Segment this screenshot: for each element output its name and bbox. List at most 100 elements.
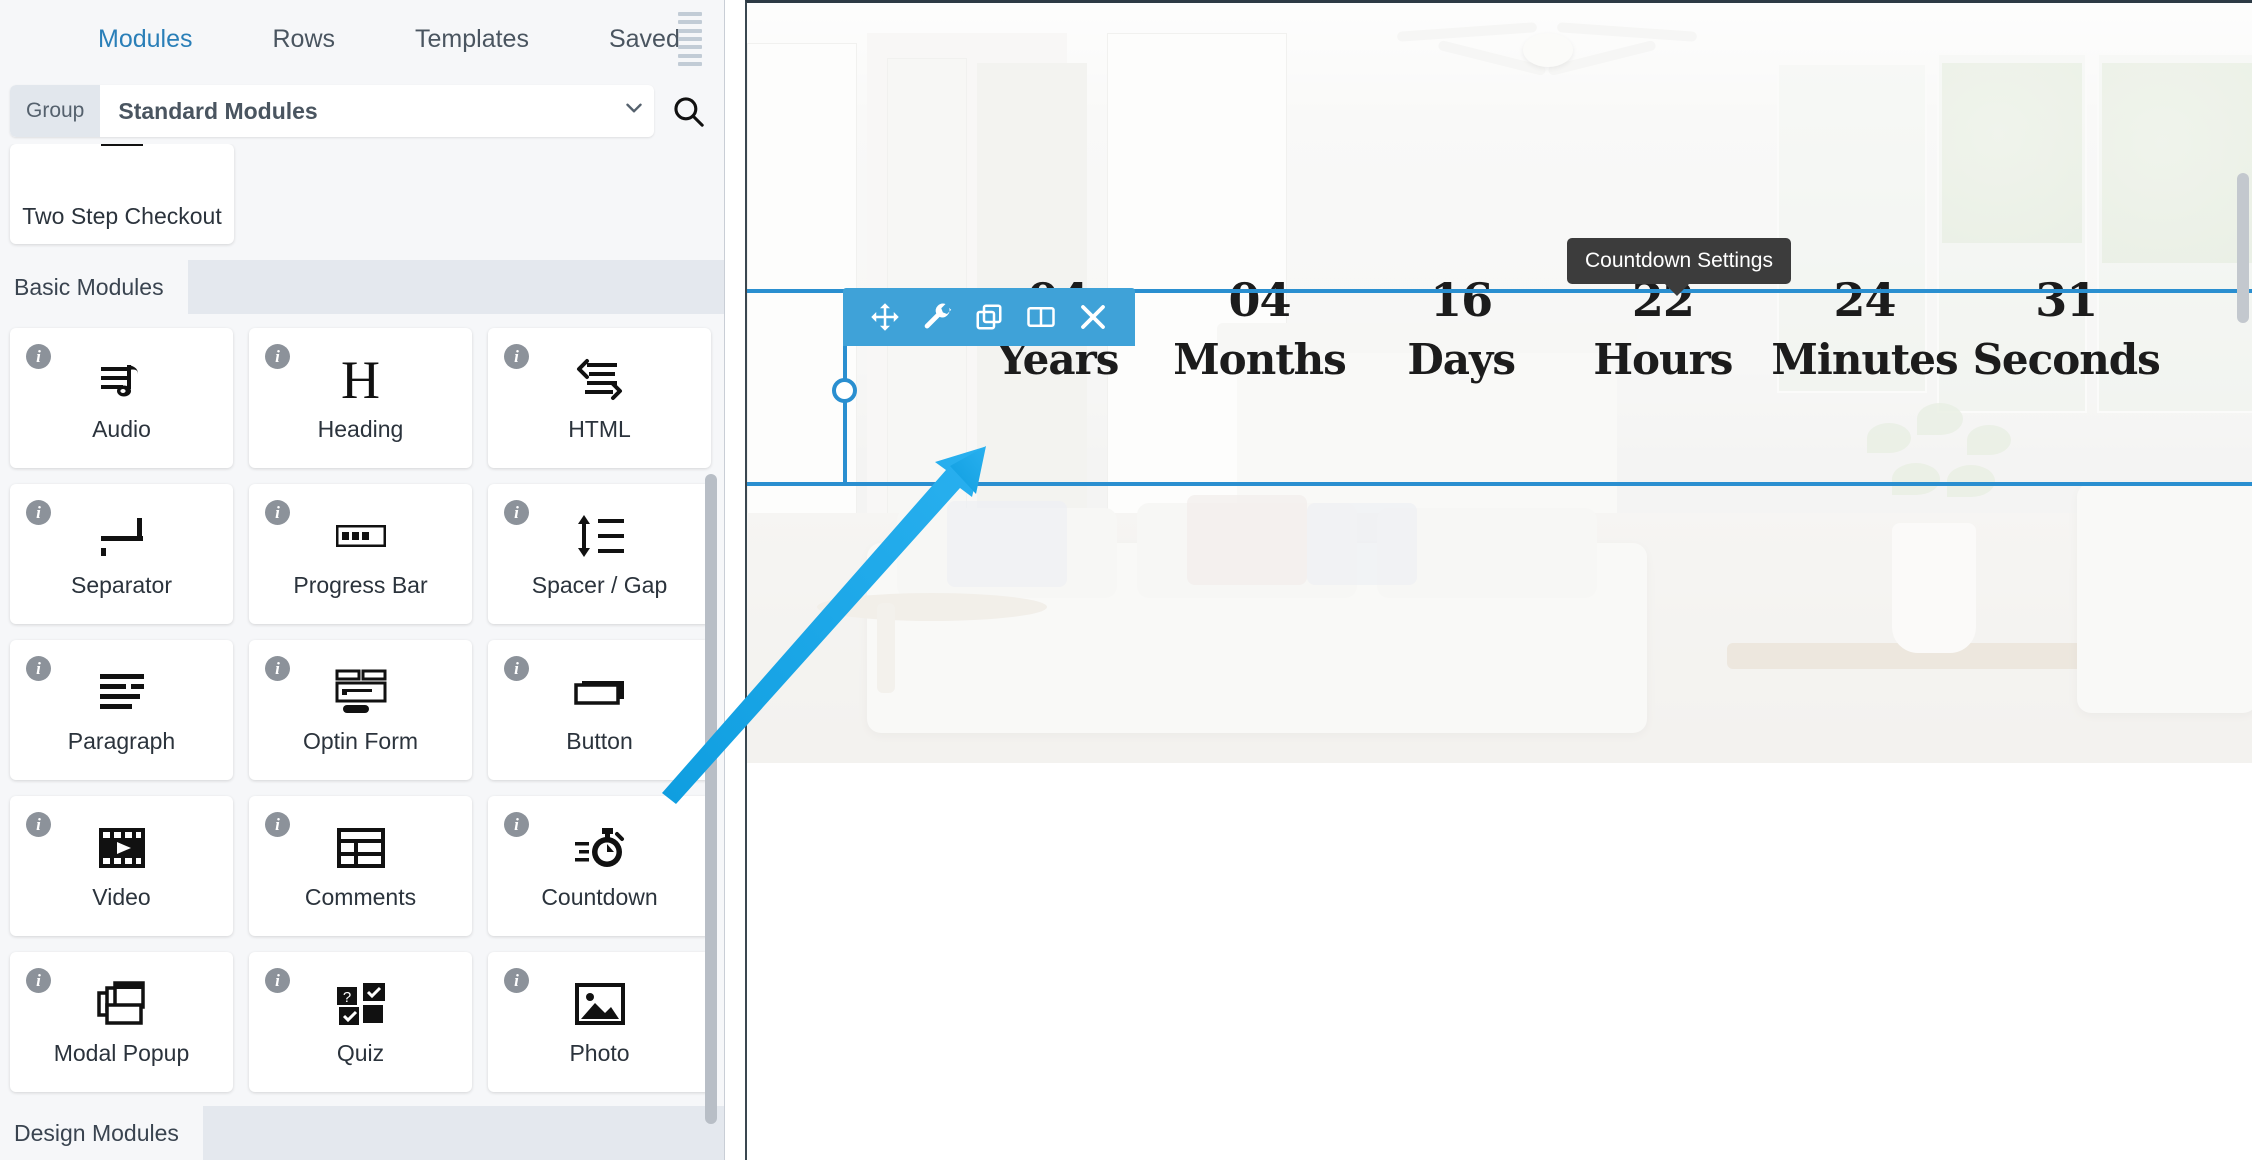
module-card-modal-popup[interactable]: i Modal Popup xyxy=(10,952,233,1092)
info-icon[interactable]: i xyxy=(26,812,51,837)
module-card-label: Progress Bar xyxy=(293,571,428,598)
close-icon[interactable] xyxy=(1067,288,1119,346)
tooltip-arrow xyxy=(1665,284,1689,296)
countdown-value: 04 xyxy=(1228,273,1292,327)
search-icon[interactable] xyxy=(666,89,710,133)
group-select-label: Group xyxy=(10,85,101,137)
info-icon[interactable]: i xyxy=(26,500,51,525)
paragraph-icon xyxy=(97,666,147,718)
info-icon[interactable]: i xyxy=(504,968,529,993)
two-step-checkout-icon xyxy=(10,144,234,150)
selection-outline-bottom xyxy=(747,482,2252,486)
module-card-label: Button xyxy=(566,727,633,754)
heading-icon: H xyxy=(341,349,380,410)
module-card-video[interactable]: i Video xyxy=(10,796,233,936)
audio-icon xyxy=(97,354,147,406)
page-builder-screen: Modules Rows Templates Saved Group Stand… xyxy=(0,0,2252,1160)
module-card-label: Heading xyxy=(317,415,404,442)
module-card-photo[interactable]: i Photo xyxy=(488,952,711,1092)
comments-icon xyxy=(336,822,385,874)
modules-panel: Modules Rows Templates Saved Group Stand… xyxy=(0,0,725,1160)
panel-tabs: Modules Rows Templates Saved xyxy=(0,0,720,78)
info-icon[interactable]: i xyxy=(26,656,51,681)
countdown-value: 24 xyxy=(1833,273,1897,327)
html-icon xyxy=(575,354,625,406)
wrench-icon[interactable] xyxy=(911,288,963,346)
module-card-label: Video xyxy=(92,883,151,910)
module-card-paragraph[interactable]: i Paragraph xyxy=(10,640,233,780)
chevron-down-icon[interactable] xyxy=(614,95,654,127)
countdown-label: Months xyxy=(1173,335,1347,384)
hero-image[interactable]: 04 04 16 22 24 31 Years Months Days Hour… xyxy=(747,3,2252,763)
info-icon[interactable]: i xyxy=(504,812,529,837)
module-card-label: Paragraph xyxy=(67,727,176,754)
module-card-label: Photo xyxy=(569,1039,630,1066)
module-card-spacer-gap[interactable]: i Spacer / Gap xyxy=(488,484,711,624)
info-icon[interactable]: i xyxy=(265,812,290,837)
modal-popup-icon xyxy=(96,978,147,1030)
module-card-optin-form[interactable]: i Optin Form xyxy=(249,640,472,780)
info-icon[interactable]: i xyxy=(26,968,51,993)
spacer-gap-icon xyxy=(574,510,626,562)
info-icon[interactable]: i xyxy=(265,344,290,369)
module-card-heading[interactable]: i H Heading xyxy=(249,328,472,468)
columns-icon[interactable] xyxy=(1015,288,1067,346)
module-card-label: Audio xyxy=(92,415,151,442)
section-title: Design Modules xyxy=(0,1106,203,1160)
countdown-value: 16 xyxy=(1430,273,1493,327)
move-icon[interactable] xyxy=(859,288,911,346)
info-icon[interactable]: i xyxy=(26,344,51,369)
tooltip-text: Countdown Settings xyxy=(1585,249,1773,272)
panel-search-bar: Group Standard Modules xyxy=(0,78,724,144)
drag-grip-icon[interactable] xyxy=(678,12,702,66)
module-card-label: Modal Popup xyxy=(53,1039,190,1066)
quiz-icon: ? xyxy=(335,978,387,1030)
module-card-button[interactable]: i Button xyxy=(488,640,711,780)
section-title: Basic Modules xyxy=(0,260,188,314)
tab-rows[interactable]: Rows xyxy=(233,0,376,78)
modules-grid: i Audio i H Heading i HTML i Separator i… xyxy=(0,314,724,1106)
optin-form-icon xyxy=(335,666,387,718)
info-icon[interactable]: i xyxy=(265,500,290,525)
modules-scroll-region[interactable]: Two Step Checkout Basic Modules i Audio xyxy=(0,144,724,1160)
section-header-design-modules[interactable]: Design Modules xyxy=(0,1106,724,1160)
group-select-value: Standard Modules xyxy=(118,97,318,124)
countdown-label: Minutes xyxy=(1771,335,1958,384)
module-card-label: Comments xyxy=(304,883,417,910)
panel-scrollbar[interactable] xyxy=(705,474,717,1124)
section-header-basic-modules[interactable]: Basic Modules xyxy=(0,260,724,314)
module-toolbar xyxy=(843,288,1135,346)
module-card-label: Optin Form xyxy=(302,727,419,754)
info-icon[interactable]: i xyxy=(504,344,529,369)
panel-header: Modules Rows Templates Saved xyxy=(0,0,724,78)
module-card-separator[interactable]: i Separator xyxy=(10,484,233,624)
module-card-progress-bar[interactable]: i Progress Bar xyxy=(249,484,472,624)
module-card-label: Quiz xyxy=(336,1039,385,1066)
module-card-quiz[interactable]: i ? Quiz xyxy=(249,952,472,1092)
canvas-scrollbar[interactable] xyxy=(2237,173,2249,323)
group-select[interactable]: Group Standard Modules xyxy=(10,85,654,137)
collapsed-sections: Design Modules Business Modules xyxy=(0,1106,724,1160)
info-icon[interactable]: i xyxy=(504,656,529,681)
info-icon[interactable]: i xyxy=(504,500,529,525)
separator-icon xyxy=(97,510,147,562)
countdown-label: Seconds xyxy=(1972,335,2161,384)
module-card-two-step-checkout[interactable]: Two Step Checkout xyxy=(10,144,234,244)
page-canvas[interactable]: 04 04 16 22 24 31 Years Months Days Hour… xyxy=(745,0,2252,1160)
resize-handle[interactable] xyxy=(832,378,857,403)
module-card-comments[interactable]: i Comments xyxy=(249,796,472,936)
partial-card-row: Two Step Checkout xyxy=(0,144,724,260)
tooltip-countdown-settings: Countdown Settings xyxy=(1567,238,1791,296)
tab-templates[interactable]: Templates xyxy=(375,0,569,78)
info-icon[interactable]: i xyxy=(265,968,290,993)
countdown-icon xyxy=(573,822,627,874)
module-card-label: Countdown xyxy=(541,883,658,910)
tab-modules[interactable]: Modules xyxy=(58,0,233,78)
countdown-label: Days xyxy=(1407,335,1516,384)
duplicate-icon[interactable] xyxy=(963,288,1015,346)
module-card-html[interactable]: i HTML xyxy=(488,328,711,468)
module-card-countdown[interactable]: i Countdown xyxy=(488,796,711,936)
info-icon[interactable]: i xyxy=(265,656,290,681)
module-card-label: Spacer / Gap xyxy=(531,571,668,598)
module-card-audio[interactable]: i Audio xyxy=(10,328,233,468)
